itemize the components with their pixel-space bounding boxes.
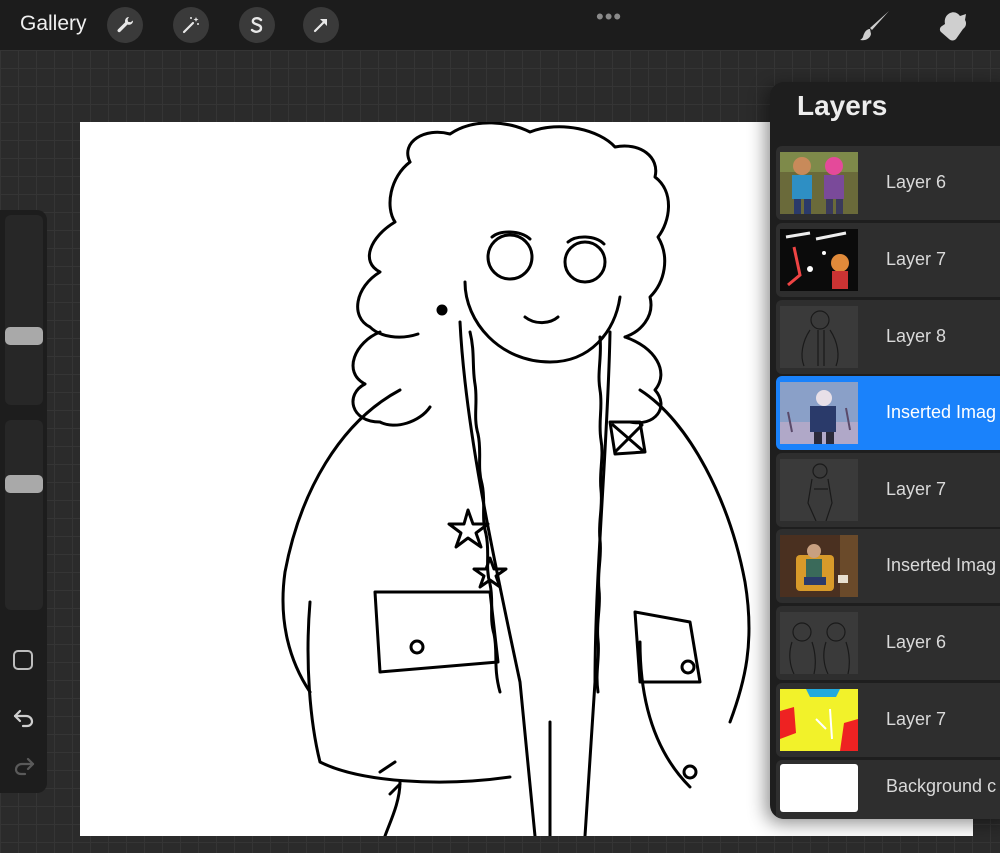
- gallery-button[interactable]: Gallery: [20, 12, 87, 36]
- layer-row[interactable]: Inserted Imag: [776, 529, 1000, 603]
- layer-row[interactable]: Layer 8: [776, 300, 1000, 374]
- layer-name: Layer 8: [886, 326, 947, 346]
- layer-thumbnail: [780, 382, 858, 444]
- redo-icon: [14, 757, 35, 776]
- smudge-tool-button[interactable]: [935, 8, 971, 44]
- opacity-slider[interactable]: [5, 420, 43, 610]
- layer-name: Layer 7: [886, 709, 947, 729]
- transform-button[interactable]: [303, 7, 339, 43]
- selection-button[interactable]: [239, 7, 275, 43]
- layer-thumbnail: [780, 306, 858, 368]
- redo-button[interactable]: [10, 752, 38, 780]
- layer-thumbnail: [780, 459, 858, 521]
- layer-name: Inserted Imag: [886, 555, 997, 575]
- layers-title: Layers: [797, 90, 888, 121]
- transform-arrow-icon: [313, 19, 327, 33]
- layer-row[interactable]: Layer 6: [776, 146, 1000, 220]
- layer-name: Inserted Imag: [886, 402, 997, 422]
- layer-thumbnail: [780, 689, 858, 751]
- layer-thumbnail: [780, 152, 858, 214]
- smudge-icon: [939, 12, 967, 41]
- brush-icon: [860, 11, 889, 41]
- layer-name: Layer 6: [886, 632, 947, 652]
- layer-thumbnail: [780, 229, 858, 291]
- adjustments-button[interactable]: [173, 7, 209, 43]
- layer-name: Layer 7: [886, 479, 947, 499]
- modify-button[interactable]: [13, 650, 33, 670]
- layer-thumbnail: [780, 764, 858, 812]
- top-toolbar: Gallery •••: [0, 0, 1000, 50]
- opacity-thumb[interactable]: [5, 475, 43, 494]
- layer-name: Layer 7: [886, 249, 947, 269]
- wrench-icon: [117, 17, 134, 33]
- brush-size-slider[interactable]: [5, 215, 43, 405]
- layer-name: Layer 6: [886, 172, 947, 192]
- layer-row[interactable]: Layer 7: [776, 453, 1000, 527]
- selection-s-icon: [250, 17, 263, 33]
- layers-panel: Layers Layer 6 Layer 7 Layer 8 Inserted …: [770, 82, 1000, 819]
- actions-button[interactable]: [107, 7, 143, 43]
- left-sidebar: [0, 210, 47, 793]
- layer-name: Background c: [886, 776, 997, 796]
- undo-icon: [13, 709, 34, 728]
- brush-tool-button[interactable]: [857, 8, 893, 44]
- layer-row[interactable]: Layer 7: [776, 683, 1000, 757]
- undo-button[interactable]: [10, 704, 38, 732]
- layer-thumbnail: [780, 612, 858, 674]
- more-options-handle[interactable]: •••: [596, 4, 622, 30]
- layer-row[interactable]: Layer 6: [776, 606, 1000, 680]
- brush-size-thumb[interactable]: [5, 326, 43, 345]
- layer-row-selected[interactable]: Inserted Imag: [776, 376, 1000, 450]
- magic-wand-icon: [182, 17, 199, 34]
- layer-thumbnail: [780, 535, 858, 597]
- layer-row[interactable]: Layer 7: [776, 223, 1000, 297]
- layer-row[interactable]: Background c: [776, 760, 1000, 819]
